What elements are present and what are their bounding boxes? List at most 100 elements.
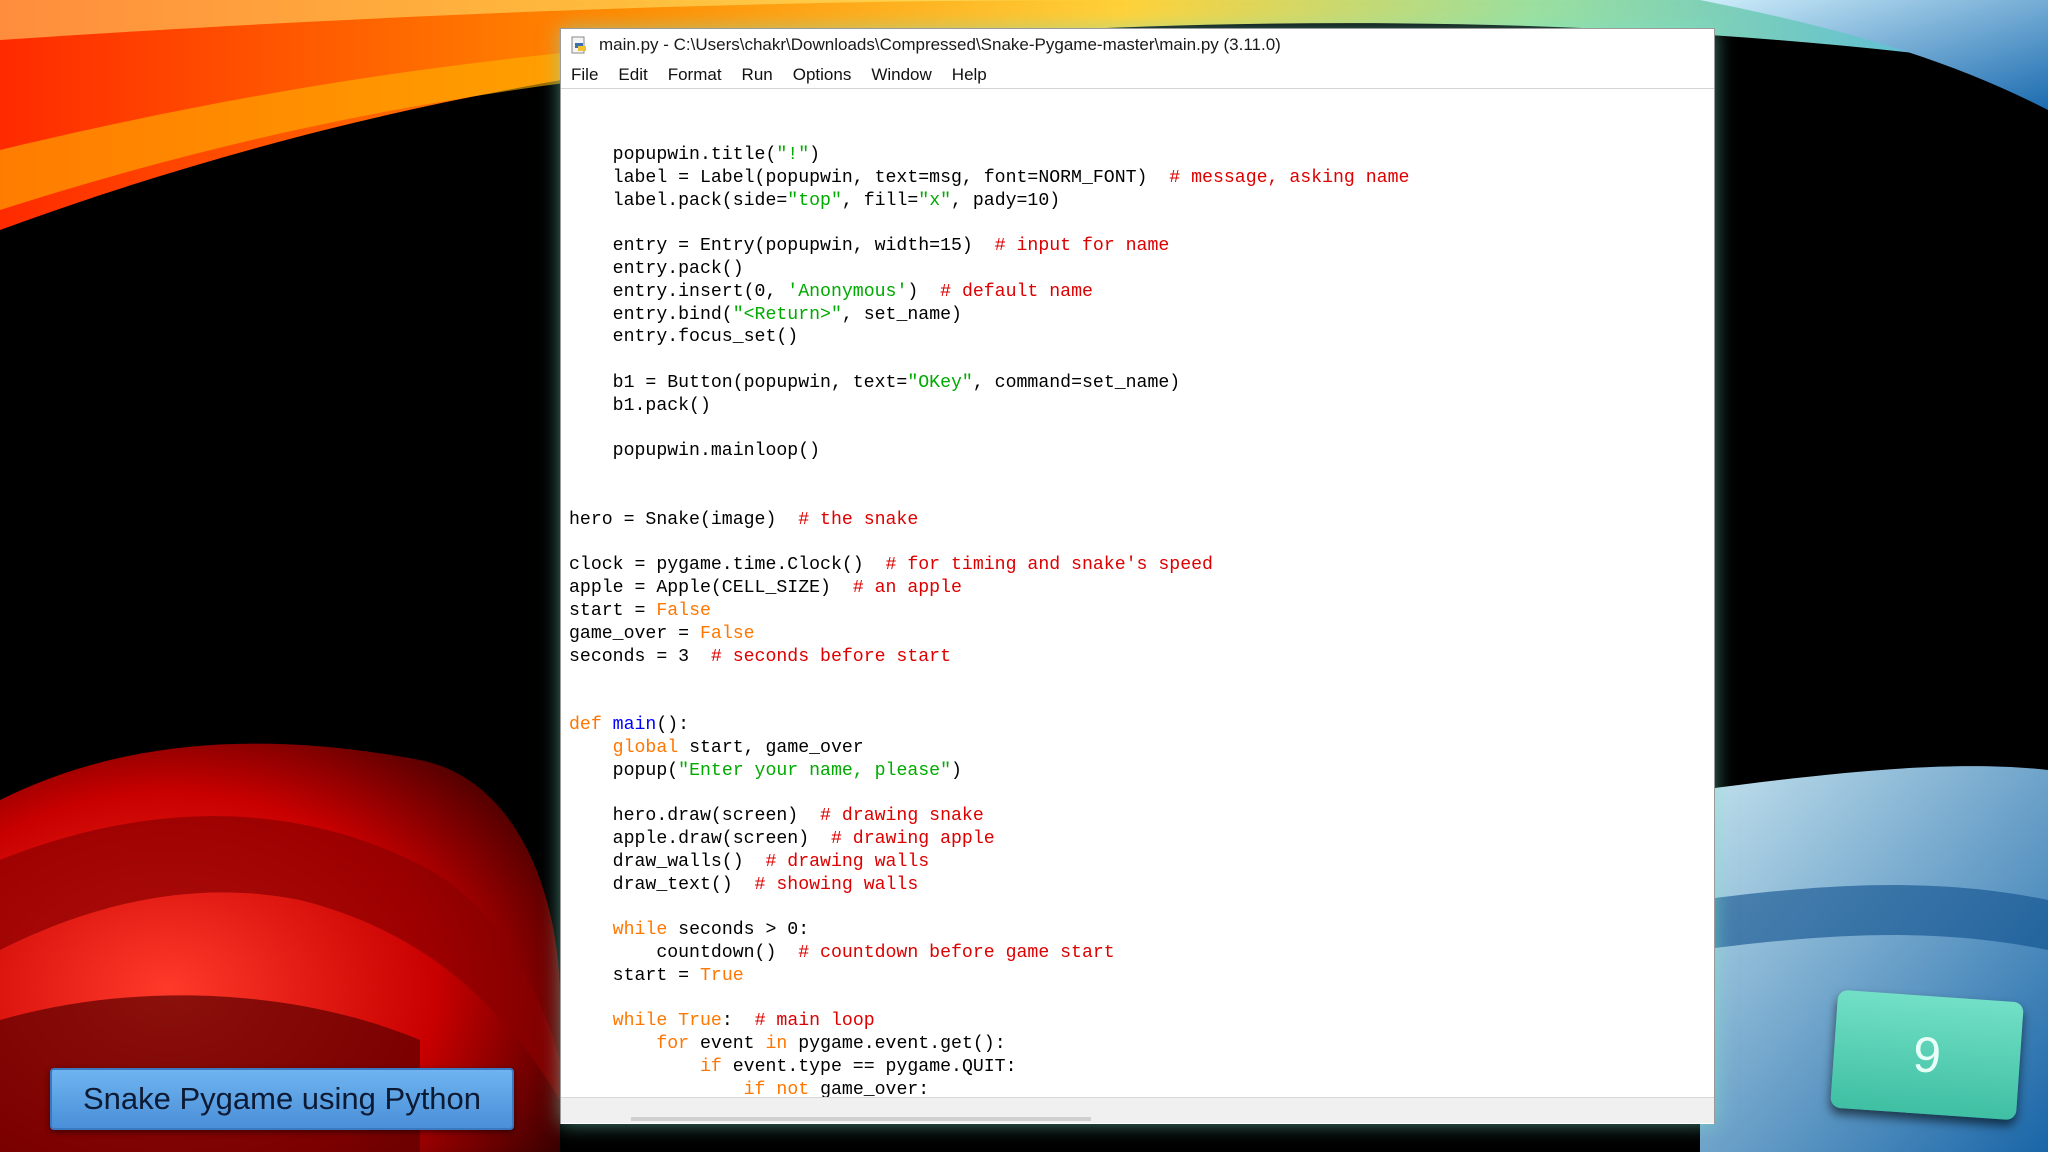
code-line[interactable]: draw_text() # showing walls (569, 874, 1475, 897)
code-token-keyword: for (656, 1034, 690, 1055)
code-line[interactable]: popup("Enter your name, please") (569, 760, 1475, 783)
code-line[interactable] (569, 463, 1475, 486)
menu-options[interactable]: Options (793, 65, 852, 85)
slide-caption: Snake Pygame using Python (50, 1068, 514, 1130)
code-line[interactable] (569, 532, 1475, 555)
code-token: popupwin.mainloop() (569, 441, 821, 462)
code-line[interactable]: apple = Apple(CELL_SIZE) # an apple (569, 577, 1475, 600)
code-token-string: "Enter your name, please" (678, 760, 952, 781)
code-token: popup( (569, 760, 679, 781)
code-line[interactable]: seconds = 3 # seconds before start (569, 646, 1475, 669)
code-line[interactable]: hero.draw(screen) # drawing snake (569, 805, 1475, 828)
code-line[interactable]: def main(): (569, 714, 1475, 737)
code-token: , set_name) (841, 304, 962, 325)
code-token-keyword: def (569, 714, 602, 735)
horizontal-scrollbar[interactable] (561, 1097, 1714, 1123)
code-token: entry = Entry(popupwin, width=15) (569, 236, 995, 257)
code-line[interactable]: if event.type == pygame.QUIT: (569, 1056, 1475, 1079)
code-token: entry.bind( (569, 304, 733, 325)
menu-bar: File Edit Format Run Options Window Help (561, 61, 1714, 89)
code-line[interactable]: entry.pack() (569, 258, 1475, 281)
code-line[interactable] (569, 987, 1475, 1010)
code-line[interactable]: b1 = Button(popupwin, text="OKey", comma… (569, 372, 1475, 395)
code-token-comment: # default name (940, 281, 1093, 302)
code-line[interactable]: while seconds > 0: (569, 919, 1475, 942)
slide-number-badge: 9 (1830, 989, 2024, 1121)
code-text[interactable]: popupwin.title("!") label = Label(popupw… (569, 144, 1475, 1124)
code-line[interactable]: b1.pack() (569, 395, 1475, 418)
code-token: hero = Snake(image) (569, 509, 799, 530)
code-line[interactable]: popupwin.mainloop() (569, 440, 1475, 463)
code-token: seconds = 3 (569, 646, 711, 667)
code-token-string: "x" (918, 190, 952, 211)
code-line[interactable]: entry.focus_set() (569, 326, 1475, 349)
code-token: entry.focus_set() (569, 327, 799, 348)
code-line[interactable]: hero = Snake(image) # the snake (569, 509, 1475, 532)
code-editor[interactable]: popupwin.title("!") label = Label(popupw… (561, 90, 1714, 1124)
code-line[interactable]: entry.insert(0, 'Anonymous') # default n… (569, 281, 1475, 304)
code-token-comment: # an apple (852, 578, 962, 599)
menu-file[interactable]: File (571, 65, 598, 85)
menu-help[interactable]: Help (952, 65, 987, 85)
code-token: event.type == pygame.QUIT: (721, 1056, 1017, 1077)
code-token: apple.draw(screen) (569, 828, 831, 849)
code-token-string: "!" (776, 145, 810, 165)
code-line[interactable]: game_over = False (569, 623, 1475, 646)
code-line[interactable]: start = True (569, 965, 1475, 988)
code-line[interactable] (569, 486, 1475, 509)
title-bar[interactable]: main.py - C:\Users\chakr\Downloads\Compr… (561, 29, 1714, 61)
code-line[interactable]: apple.draw(screen) # drawing apple (569, 828, 1475, 851)
slide-number-text: 9 (1911, 1026, 1943, 1084)
menu-window[interactable]: Window (871, 65, 931, 85)
code-token: hero.draw(screen) (569, 806, 821, 827)
code-token-comment: # countdown before game start (798, 942, 1115, 963)
code-line[interactable] (569, 896, 1475, 919)
code-line[interactable] (569, 668, 1475, 691)
code-token: apple = Apple(CELL_SIZE) (569, 578, 853, 599)
idle-editor-window: main.py - C:\Users\chakr\Downloads\Compr… (560, 28, 1715, 1124)
code-line[interactable]: entry.bind("<Return>", set_name) (569, 304, 1475, 327)
code-line[interactable]: label.pack(side="top", fill="x", pady=10… (569, 190, 1475, 213)
code-line[interactable]: while True: # main loop (569, 1010, 1475, 1033)
code-line[interactable]: draw_walls() # drawing walls (569, 851, 1475, 874)
code-token: label = Label(popupwin, text=msg, font=N… (569, 167, 1170, 188)
code-line[interactable]: countdown() # countdown before game star… (569, 942, 1475, 965)
window-title: main.py - C:\Users\chakr\Downloads\Compr… (599, 35, 1281, 54)
code-token-keyword: global (612, 737, 679, 758)
code-line[interactable]: start = False (569, 600, 1475, 623)
menu-format[interactable]: Format (668, 65, 722, 85)
code-line[interactable]: popupwin.title("!") (569, 144, 1475, 167)
code-token: (): (656, 714, 690, 735)
code-line[interactable] (569, 418, 1475, 441)
menu-edit[interactable]: Edit (618, 65, 647, 85)
code-token-comment: # main loop (754, 1011, 875, 1032)
scrollbar-thumb[interactable] (631, 1117, 1091, 1121)
code-token: ) (809, 145, 821, 165)
code-line[interactable]: clock = pygame.time.Clock() # for timing… (569, 554, 1475, 577)
code-token: label.pack(side= (569, 190, 788, 211)
code-token: ) (951, 760, 962, 781)
code-line[interactable] (569, 349, 1475, 372)
code-token-comment: # the snake (798, 509, 919, 530)
code-line[interactable]: entry = Entry(popupwin, width=15) # inpu… (569, 235, 1475, 258)
code-token: countdown() (569, 942, 799, 963)
code-token-string: 'Anonymous' (787, 281, 908, 302)
code-line[interactable]: label = Label(popupwin, text=msg, font=N… (569, 167, 1475, 190)
code-token: clock = pygame.time.Clock() (569, 555, 886, 576)
code-line[interactable] (569, 212, 1475, 235)
code-line[interactable] (569, 691, 1475, 714)
code-token-keyword: if (699, 1056, 722, 1077)
code-line[interactable]: for event in pygame.event.get(): (569, 1033, 1475, 1056)
code-token-keyword: in (765, 1034, 788, 1055)
code-token: entry.pack() (569, 258, 744, 279)
code-token-string: "top" (787, 190, 842, 211)
code-line[interactable]: global start, game_over (569, 737, 1475, 760)
menu-run[interactable]: Run (742, 65, 773, 85)
code-line[interactable] (569, 782, 1475, 805)
code-token: seconds > 0: (667, 920, 810, 941)
code-token-keyword: while (612, 1011, 668, 1032)
